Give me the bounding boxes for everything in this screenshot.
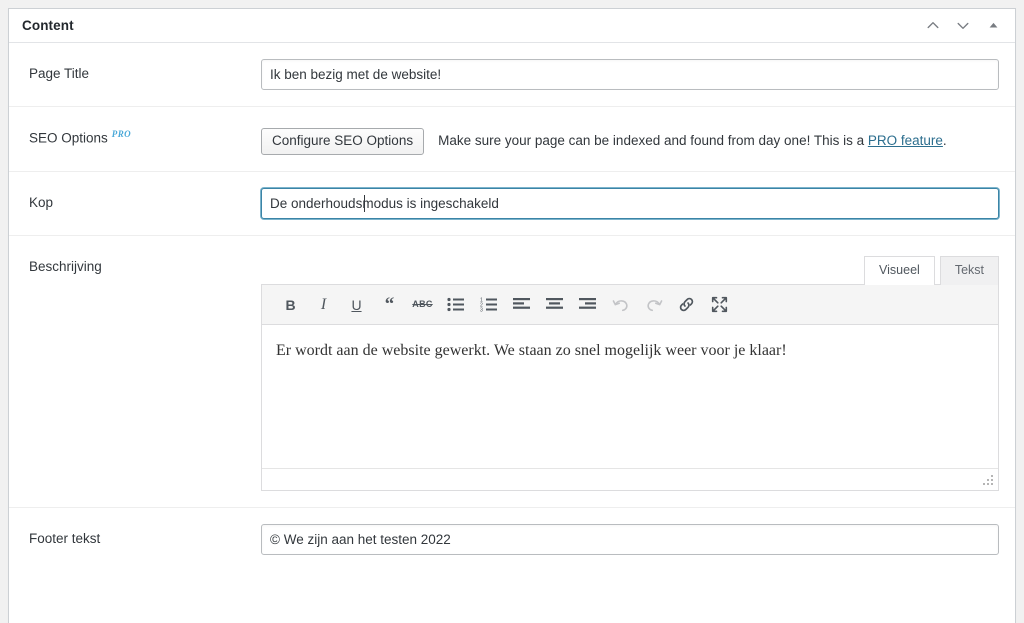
field-beschrijving: Visueel Tekst B I U “ ABC 1 2 3 Er wordt… xyxy=(261,236,1015,507)
align-center-icon[interactable] xyxy=(538,290,571,320)
strikethrough-glyph: ABC xyxy=(412,299,433,310)
redo-icon[interactable] xyxy=(637,290,670,320)
resize-handle-icon[interactable] xyxy=(981,474,994,487)
underline-glyph: U xyxy=(351,296,362,313)
blockquote-icon[interactable]: “ xyxy=(373,290,406,320)
italic-icon[interactable]: I xyxy=(307,290,340,320)
settings-rows: Page Title SEO OptionsPRO Configure SEO … xyxy=(9,43,1015,571)
text-cursor xyxy=(364,195,365,213)
panel-header-actions xyxy=(919,12,1007,40)
seo-options-line: Configure SEO Options Make sure your pag… xyxy=(261,123,999,156)
seo-options-description: Make sure your page can be indexed and f… xyxy=(438,132,947,151)
bold-glyph: B xyxy=(285,296,296,313)
toggle-panel-icon[interactable] xyxy=(979,12,1007,40)
bulleted-list-icon[interactable] xyxy=(439,290,472,320)
svg-text:3: 3 xyxy=(480,308,483,313)
seo-description-lead: Make sure your page can be indexed and f… xyxy=(438,133,868,149)
move-up-icon[interactable] xyxy=(919,12,947,40)
panel-header: Content xyxy=(9,9,1015,43)
page-title-input[interactable] xyxy=(261,59,999,90)
label-kop: Kop xyxy=(29,195,54,211)
numbered-list-icon[interactable]: 1 2 3 xyxy=(472,290,505,320)
seo-description-tail: . xyxy=(942,133,947,149)
row-beschrijving: Beschrijving Visueel Tekst B I U “ ABC 1… xyxy=(9,236,1015,509)
tab-visueel[interactable]: Visueel xyxy=(864,256,935,286)
row-seo-options: SEO Options PRO Configure SEO Options Mak… xyxy=(9,107,1015,173)
wysiwyg-editor: Visueel Tekst B I U “ ABC 1 2 3 Er wordt… xyxy=(261,252,999,492)
row-kop: Kop xyxy=(9,172,1015,237)
field-footer-tekst xyxy=(261,508,1015,571)
editor-toolbar: B I U “ ABC 1 2 3 xyxy=(262,285,998,326)
tab-tekst[interactable]: Tekst xyxy=(939,256,999,286)
editor-tabs: Visueel Tekst xyxy=(261,256,999,286)
editor-statusbar xyxy=(262,468,998,491)
configure-seo-options-button[interactable]: Configure SEO Options xyxy=(261,128,425,156)
align-left-icon[interactable] xyxy=(505,290,538,320)
bold-icon[interactable]: B xyxy=(274,290,307,320)
undo-icon[interactable] xyxy=(604,290,637,320)
label-seo-options: SEO Options PRO xyxy=(9,107,261,171)
label-page-title: Page Title xyxy=(29,66,90,81)
pro-badge: PRO xyxy=(111,129,131,139)
field-page-title xyxy=(261,43,1015,106)
kop-input-wrapper xyxy=(261,188,999,220)
underline-icon[interactable]: U xyxy=(340,290,373,320)
label-beschrijving: Beschrijving xyxy=(29,259,102,275)
fullscreen-icon[interactable] xyxy=(703,290,736,320)
insert-link-icon[interactable] xyxy=(670,290,703,320)
editor-box: B I U “ ABC 1 2 3 Er wordt aan de websit… xyxy=(261,284,999,492)
field-seo-options: Configure SEO Options Make sure your pag… xyxy=(261,107,1015,171)
footer-tekst-input[interactable] xyxy=(261,524,999,556)
label-footer-tekst: Footer tekst xyxy=(29,531,101,547)
page-title: Content xyxy=(22,18,74,33)
pro-feature-link[interactable]: PRO feature xyxy=(868,133,943,148)
editor-content[interactable]: Er wordt aan de website gewerkt. We staa… xyxy=(262,325,998,469)
screen: Content Page Title Ik ben bezig met de w… xyxy=(0,0,1024,623)
blockquote-glyph: “ xyxy=(384,293,395,315)
align-right-icon[interactable] xyxy=(571,290,604,320)
field-kop xyxy=(261,172,1015,235)
row-footer-tekst: Footer tekst xyxy=(9,508,1015,571)
move-down-icon[interactable] xyxy=(949,12,977,40)
row-page-title: Page Title xyxy=(9,43,1015,107)
strikethrough-icon[interactable]: ABC xyxy=(406,290,439,320)
content-panel: Content Page Title Ik ben bezig met de w… xyxy=(8,8,1016,623)
label-seo-options-text: SEO Options xyxy=(29,130,108,146)
italic-glyph: I xyxy=(320,295,327,313)
kop-input[interactable] xyxy=(261,188,999,220)
